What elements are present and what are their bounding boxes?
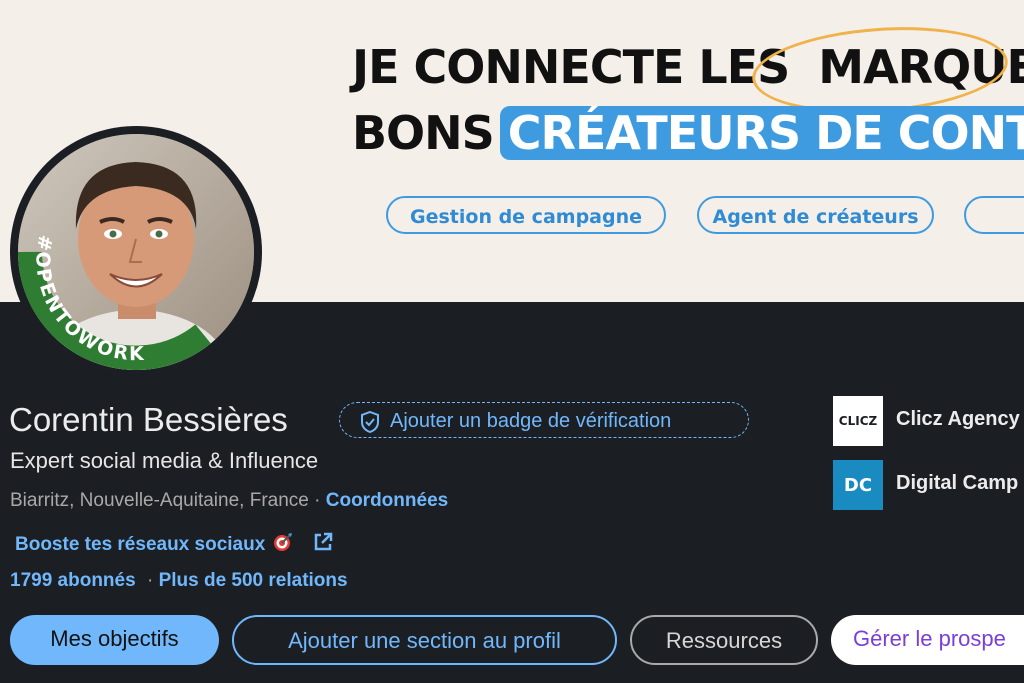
profile-stats: 1799 abonnés · Plus de 500 relations bbox=[10, 570, 348, 592]
banner-text-2a: BONS bbox=[352, 106, 495, 160]
add-verification-badge-button[interactable]: Ajouter un badge de vérification bbox=[339, 402, 749, 438]
followers-link[interactable]: 1799 abonnés bbox=[10, 570, 136, 591]
clicz-logo-text: CLICZ bbox=[838, 414, 878, 428]
company-clicz[interactable]: CLICZ Clicz Agency bbox=[833, 396, 1024, 446]
location-separator: · bbox=[314, 490, 321, 511]
banner-headline-line2: BONSCRÉATEURS DE CONTEN bbox=[352, 106, 1024, 160]
verification-badge-label: Ajouter un badge de vérification bbox=[390, 410, 672, 432]
opentowork-frame: #OPENTOWORK bbox=[18, 233, 221, 370]
target-emoji-icon bbox=[273, 532, 293, 558]
profile-headline: Expert social media & Influence bbox=[10, 448, 319, 473]
profile-name: Corentin Bessières bbox=[9, 401, 288, 438]
website-link[interactable]: Booste tes réseaux sociaux bbox=[15, 531, 334, 559]
avatar-photo: #OPENTOWORK bbox=[18, 134, 254, 370]
banner-text-1a: JE CONNECTE LES bbox=[352, 40, 790, 94]
company-name-digital-camp: Digital Camp bbox=[896, 472, 1019, 494]
manage-prospects-button[interactable]: Gérer le prospe bbox=[831, 615, 1024, 665]
contact-info-link[interactable]: Coordonnées bbox=[326, 490, 448, 511]
company-name-clicz: Clicz Agency bbox=[896, 408, 1020, 430]
banner-pill-agent: Agent de créateurs bbox=[697, 196, 934, 234]
digital-camp-logo: DC bbox=[833, 460, 883, 510]
resources-button[interactable]: Ressources bbox=[630, 615, 818, 665]
shield-check-icon bbox=[360, 409, 380, 445]
website-link-label: Booste tes réseaux sociaux bbox=[15, 534, 266, 556]
banner-text-2b: CRÉATEURS DE CONTEN bbox=[499, 106, 1024, 160]
company-digital-camp[interactable]: DC Digital Camp bbox=[833, 460, 1024, 510]
clicz-logo: CLICZ bbox=[833, 396, 883, 446]
profile-location-row: Biarritz, Nouvelle-Aquitaine, France · C… bbox=[10, 490, 448, 512]
digital-camp-logo-text: DC bbox=[843, 474, 873, 496]
stats-separator: · bbox=[146, 570, 154, 591]
external-link-icon[interactable] bbox=[312, 531, 334, 559]
connections-link[interactable]: Plus de 500 relations bbox=[159, 570, 348, 591]
profile-location: Biarritz, Nouvelle-Aquitaine, France bbox=[10, 490, 309, 511]
add-profile-section-button[interactable]: Ajouter une section au profil bbox=[232, 615, 617, 665]
my-goals-button[interactable]: Mes objectifs bbox=[10, 615, 219, 665]
banner-pill-partial bbox=[964, 196, 1024, 234]
profile-avatar[interactable]: #OPENTOWORK bbox=[10, 126, 262, 378]
banner-pill-campaign: Gestion de campagne bbox=[386, 196, 666, 234]
